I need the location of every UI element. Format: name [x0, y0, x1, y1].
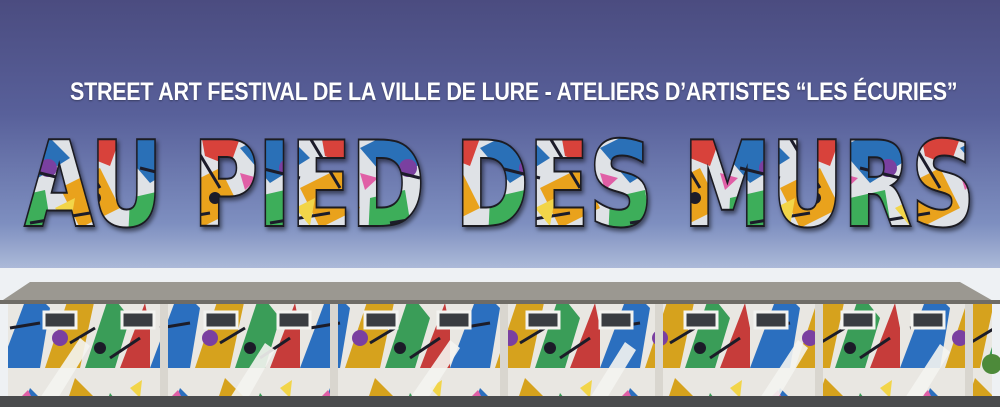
- banner-subtitle: STREET ART FESTIVAL DE LA VILLE DE LURE …: [70, 78, 958, 106]
- banner-title: AU PIED DES MURS: [25, 128, 975, 240]
- festival-banner: STREET ART FESTIVAL DE LA VILLE DE LURE …: [0, 0, 1000, 407]
- banner-title-graffiti-letters: AU PIED DES MURS: [23, 128, 977, 240]
- graffiti-mural-building-icon: [0, 268, 1000, 407]
